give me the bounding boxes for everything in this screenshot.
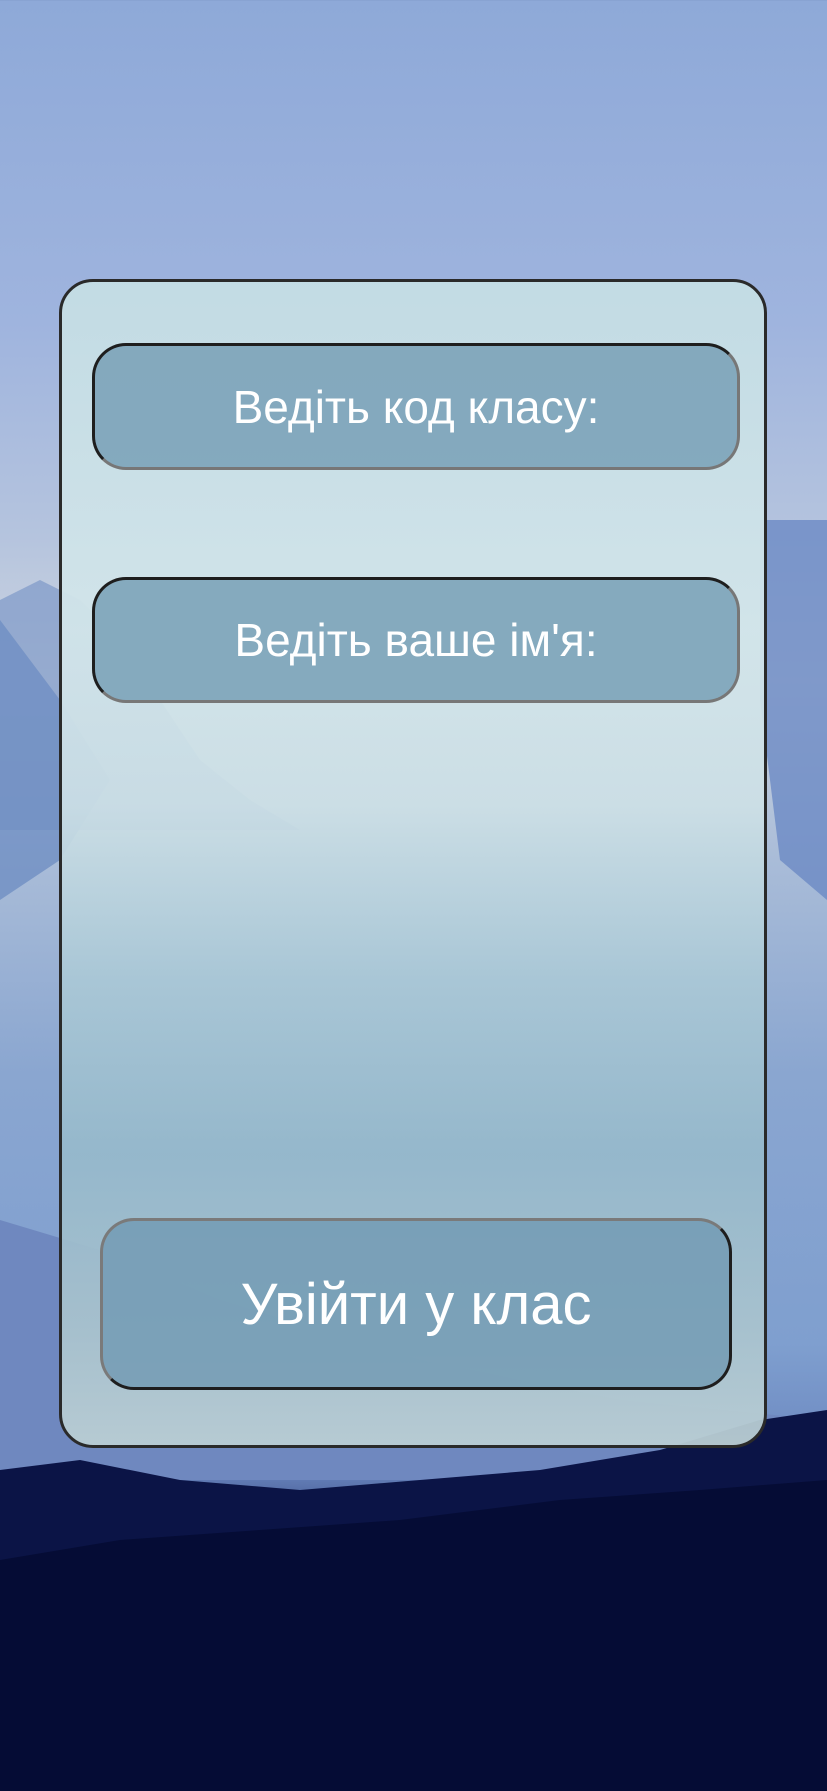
join-class-card: Ведіть код класу: Ведіть ваше ім'я: Увій…: [59, 279, 767, 1448]
enter-class-button-label: Увійти у клас: [240, 1271, 592, 1337]
class-code-placeholder: Ведіть код класу:: [232, 380, 600, 433]
enter-class-button[interactable]: Увійти у клас: [100, 1218, 732, 1390]
name-input[interactable]: Ведіть ваше ім'я:: [92, 577, 740, 703]
class-code-input[interactable]: Ведіть код класу:: [92, 343, 740, 470]
name-placeholder: Ведіть ваше ім'я:: [234, 614, 598, 666]
